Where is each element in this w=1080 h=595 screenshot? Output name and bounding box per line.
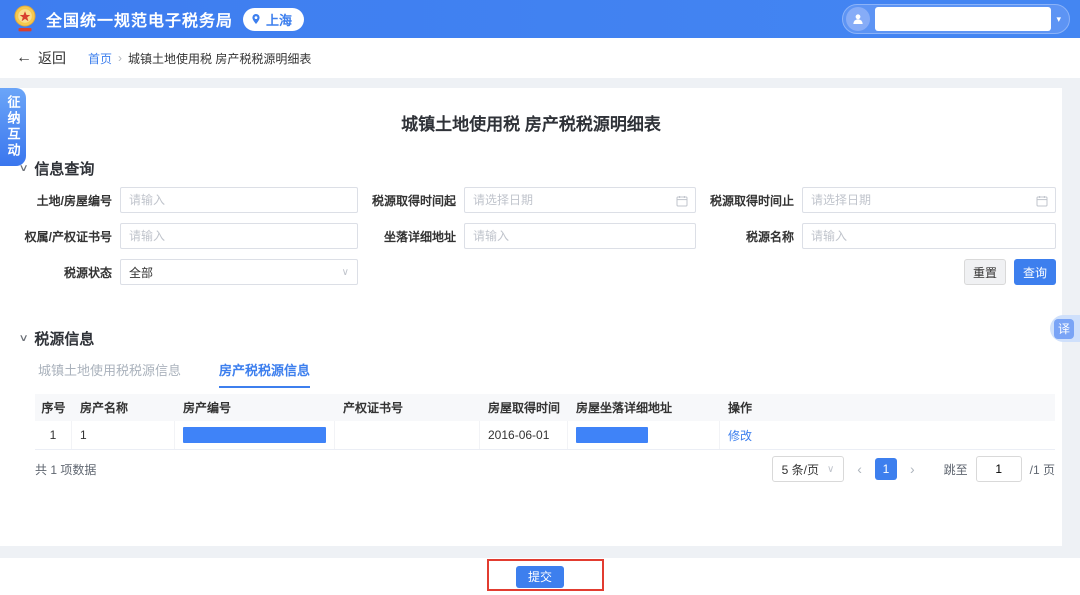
collapse-caret-icon[interactable]: ∨ [19, 163, 29, 174]
page: 全国统一规范电子税务局 上海 ▾ ← 返回 首页 › 城镇土地 [0, 0, 1080, 595]
page-number-button[interactable]: 1 [875, 458, 897, 480]
location-pill[interactable]: 上海 [243, 8, 304, 31]
page-size-select[interactable]: 5 条/页 ∨ [772, 456, 845, 482]
field-acquire-end: 税源取得时间止 [704, 187, 1056, 213]
location-label: 上海 [266, 10, 292, 29]
translate-float-widget[interactable]: 译 [1050, 315, 1080, 342]
edit-row-link[interactable]: 修改 [728, 427, 752, 444]
location-pin-icon [250, 13, 262, 25]
back-arrow-icon: ← [16, 50, 32, 66]
source-status-value: 全部 [129, 264, 342, 281]
field-source-name: 税源名称 [704, 223, 1056, 249]
cell-address [568, 421, 720, 449]
redacted-address [576, 427, 648, 443]
col-acquire-date: 房屋取得时间 [480, 394, 568, 421]
footer-bar: 提交 [0, 558, 1080, 595]
address-label: 坐落详细地址 [366, 228, 456, 245]
col-seq: 序号 [35, 394, 72, 421]
jump-to-label: 跳至 [944, 461, 968, 478]
source-name-label: 税源名称 [704, 228, 794, 245]
user-avatar [846, 7, 870, 31]
main-panel: 征纳互动 城镇土地使用税 房产税税源明细表 ∨ 信息查询 土地/房屋编号 税源取… [0, 88, 1062, 546]
total-count-text: 共 1 项数据 [35, 461, 96, 478]
property-tax-table: 序号 房产名称 房产编号 产权证书号 房屋取得时间 房屋坐落详细地址 操作 1 … [35, 394, 1055, 450]
acquire-start-date-input[interactable] [465, 188, 695, 212]
app-title: 全国统一规范电子税务局 [46, 7, 233, 31]
col-property-name: 房产名称 [72, 394, 175, 421]
page-title: 城镇土地使用税 房产税税源明细表 [0, 110, 1062, 135]
query-section-header: ∨ 信息查询 [20, 158, 94, 179]
source-status-label: 税源状态 [20, 264, 112, 281]
breadcrumb-separator-icon: › [118, 51, 122, 65]
source-status-select[interactable]: 全部 ∨ [120, 259, 358, 285]
tax-bureau-emblem-icon [12, 5, 38, 33]
breadcrumb-bar: ← 返回 首页 › 城镇土地使用税 房产税税源明细表 [0, 38, 1080, 78]
cell-property-number [175, 421, 335, 449]
submit-button[interactable]: 提交 [516, 566, 564, 588]
person-icon [851, 12, 865, 26]
field-cert-number: 权属/产权证书号 [20, 223, 358, 249]
acquire-end-label: 税源取得时间止 [704, 192, 794, 209]
user-account-dropdown[interactable]: ▾ [842, 4, 1070, 34]
jump-to-page-input[interactable] [976, 456, 1022, 482]
col-address: 房屋坐落详细地址 [568, 394, 720, 421]
tab-land-use-tax[interactable]: 城镇土地使用税税源信息 [38, 360, 181, 388]
query-section-title: 信息查询 [34, 158, 94, 179]
cell-seq: 1 [35, 421, 72, 449]
back-label: 返回 [38, 48, 66, 68]
collapse-caret-icon[interactable]: ∨ [19, 333, 29, 344]
top-bar: 全国统一规范电子税务局 上海 ▾ [0, 0, 1080, 38]
reset-button[interactable]: 重置 [964, 259, 1006, 285]
cert-number-input[interactable] [121, 224, 357, 248]
cell-acquire-date: 2016-06-01 [480, 421, 568, 449]
col-property-number: 房产编号 [175, 394, 335, 421]
breadcrumb-current: 城镇土地使用税 房产税税源明细表 [128, 50, 311, 67]
field-address: 坐落详细地址 [366, 223, 696, 249]
cell-property-name: 1 [72, 421, 175, 449]
cell-cert-number [335, 421, 480, 449]
tab-property-tax[interactable]: 房产税税源信息 [219, 360, 310, 388]
col-actions: 操作 [720, 394, 1055, 421]
source-name-input[interactable] [803, 224, 1055, 248]
select-caret-icon: ∨ [342, 267, 349, 278]
cert-number-label: 权属/产权证书号 [20, 228, 112, 245]
user-name-field[interactable] [875, 7, 1051, 31]
address-input[interactable] [465, 224, 695, 248]
cell-actions: 修改 [720, 421, 1055, 449]
acquire-start-label: 税源取得时间起 [366, 192, 456, 209]
next-page-button[interactable]: › [910, 461, 915, 477]
table-header-row: 序号 房产名称 房产编号 产权证书号 房屋取得时间 房屋坐落详细地址 操作 [35, 394, 1055, 421]
field-source-status: 税源状态 全部 ∨ [20, 259, 358, 285]
redacted-property-number [183, 427, 326, 443]
prev-page-button[interactable]: ‹ [857, 461, 862, 477]
source-info-tabs: 城镇土地使用税税源信息 房产税税源信息 [38, 360, 310, 388]
acquire-end-date-input[interactable] [803, 188, 1055, 212]
land-number-input[interactable] [121, 188, 357, 212]
table-row: 1 1 2016-06-01 修改 [35, 421, 1055, 450]
col-cert-number: 产权证书号 [335, 394, 480, 421]
field-acquire-start: 税源取得时间起 [366, 187, 696, 213]
land-number-label: 土地/房屋编号 [20, 192, 112, 209]
user-dropdown-caret-icon[interactable]: ▾ [1056, 14, 1061, 25]
source-info-section-header: ∨ 税源信息 [20, 328, 94, 349]
source-info-section-title: 税源信息 [34, 328, 94, 349]
translate-icon: 译 [1054, 319, 1074, 339]
back-button[interactable]: ← 返回 [16, 48, 66, 68]
page-size-value: 5 条/页 [782, 461, 819, 478]
breadcrumb-home-link[interactable]: 首页 [88, 50, 112, 67]
field-land-number: 土地/房屋编号 [20, 187, 358, 213]
pagination-bar: 共 1 项数据 5 条/页 ∨ ‹ 1 › 跳至 /1 页 [35, 456, 1055, 482]
select-caret-icon: ∨ [827, 464, 834, 475]
search-button[interactable]: 查询 [1014, 259, 1056, 285]
total-pages-text: /1 页 [1030, 461, 1055, 478]
